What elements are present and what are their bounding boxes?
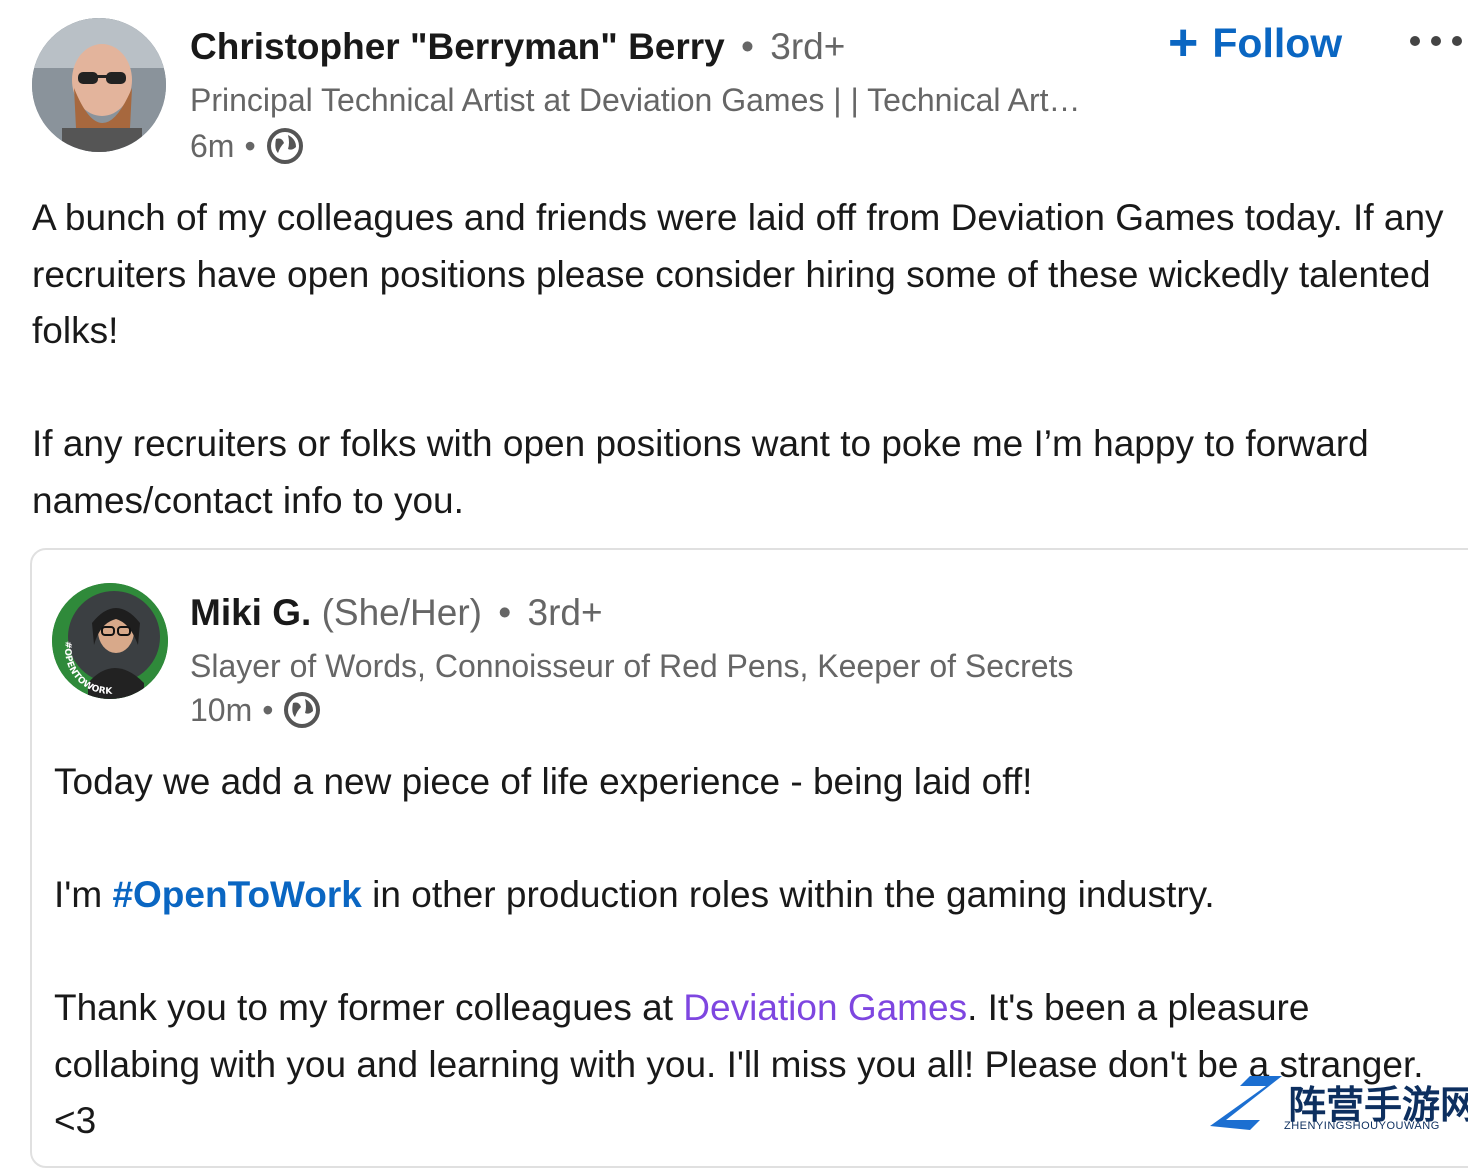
reshared-post-meta: 10m •	[190, 690, 321, 730]
author-line: Christopher "Berryman" Berry • 3rd+	[190, 24, 845, 70]
reshared-author-line: Miki G. (She/Her) • 3rd+	[190, 590, 603, 636]
reshared-author-headline: Slayer of Words, Connoisseur of Red Pens…	[190, 648, 1074, 684]
connection-degree: 3rd+	[527, 592, 603, 633]
separator-dot: •	[498, 592, 512, 633]
plus-icon: +	[1168, 14, 1199, 72]
more-options-button[interactable]	[1405, 20, 1467, 62]
avatar-photo-icon: #OPENTOWORK	[52, 583, 168, 699]
post-time: 10m	[190, 692, 253, 728]
line2-suffix: in other production roles within the gam…	[361, 874, 1215, 915]
hashtag-link[interactable]: #OpenToWork	[112, 874, 361, 915]
follow-button[interactable]: + Follow	[1168, 16, 1342, 70]
line3-prefix: Thank you to my former colleagues at	[54, 987, 684, 1028]
more-horizontal-icon	[1410, 36, 1462, 46]
meta-separator: •	[244, 128, 256, 164]
post-time: 6m	[190, 128, 235, 164]
separator-dot: •	[741, 26, 754, 67]
author-avatar[interactable]	[32, 18, 166, 152]
author-name[interactable]: Christopher "Berryman" Berry	[190, 26, 725, 67]
post-meta: 6m •	[190, 126, 304, 166]
watermark-subtext: ZHENYINGSHOUYOUWANG	[1284, 1120, 1440, 1132]
connection-degree: 3rd+	[770, 26, 846, 67]
reshared-author-avatar[interactable]: #OPENTOWORK	[52, 583, 168, 699]
reshared-line-2: I'm #OpenToWork in other production role…	[54, 867, 1454, 924]
post-header: Christopher "Berryman" Berry • 3rd+ Prin…	[0, 0, 1468, 175]
globe-icon	[266, 127, 304, 165]
author-headline: Principal Technical Artist at Deviation …	[190, 82, 1081, 118]
line2-prefix: I'm	[54, 874, 113, 915]
reshared-author-name[interactable]: Miki G.	[190, 592, 311, 633]
meta-separator: •	[262, 692, 274, 728]
site-watermark: 阵营手游网 ZHENYINGSHOUYOUWANG	[1206, 1072, 1468, 1137]
watermark-logo-icon	[1210, 1076, 1282, 1130]
follow-label: Follow	[1212, 19, 1343, 66]
post-body-text: A bunch of my colleagues and friends wer…	[32, 197, 1444, 521]
reshared-line-1: Today we add a new piece of life experie…	[54, 761, 1033, 802]
globe-icon	[283, 691, 321, 729]
avatar-photo-icon	[32, 18, 166, 152]
author-pronouns: (She/Her)	[321, 592, 482, 633]
company-mention-link[interactable]: Deviation Games	[683, 987, 967, 1028]
